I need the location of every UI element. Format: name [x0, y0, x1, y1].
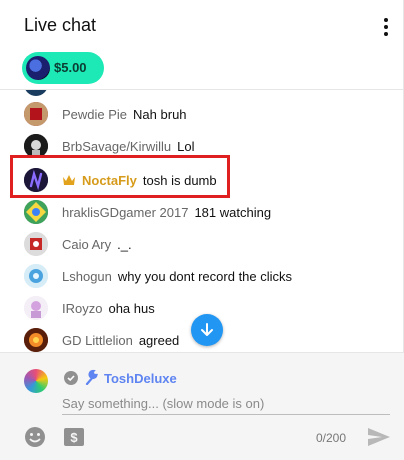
avatar[interactable] — [24, 200, 48, 224]
send-icon[interactable] — [367, 426, 391, 448]
wrench-icon — [85, 369, 98, 385]
message-author[interactable]: hraklisGDgamer 2017 — [62, 205, 188, 220]
message-author[interactable]: Lshogun — [62, 269, 112, 284]
verified-icon — [64, 371, 78, 385]
svg-text:$: $ — [70, 430, 78, 445]
emoji-icon[interactable] — [24, 426, 46, 448]
more-vert-icon[interactable] — [380, 16, 392, 38]
avatar[interactable] — [24, 296, 48, 320]
message-author[interactable]: BrbSavage/Kirwillu — [62, 139, 171, 154]
ticker-item[interactable]: $5.00 — [22, 52, 104, 84]
message-text: Nah bruh — [133, 107, 187, 122]
live-chat-panel: Live chat $5.00 Pewdie Pie Nah bruh BrbSa… — [0, 0, 404, 460]
chat-message: hraklisGDgamer 2017 181 watching — [0, 196, 404, 228]
highlight-box — [10, 155, 230, 198]
message-text: why you dont record the clicks — [117, 269, 293, 284]
message-text: oha hus — [108, 301, 155, 316]
avatar — [24, 369, 48, 393]
message-author[interactable]: IRoyzo — [62, 301, 102, 316]
message-author[interactable]: GD Littlelion — [62, 333, 133, 348]
chat-message: Pewdie Pie Nah bruh — [0, 98, 404, 130]
ticker-avatar — [26, 56, 50, 80]
message-text: agreed — [138, 333, 180, 348]
message-text: 181 watching — [194, 205, 272, 220]
chat-messages[interactable]: Pewdie Pie Nah bruh BrbSavage/Kirwillu Lol… — [0, 90, 404, 352]
message-text: ._. — [117, 237, 132, 252]
super-chat-ticker: $5.00 — [0, 48, 404, 90]
avatar[interactable] — [24, 328, 48, 352]
avatar[interactable] — [24, 102, 48, 126]
avatar[interactable] — [24, 264, 48, 288]
chat-header: Live chat — [0, 0, 404, 48]
chat-input-field[interactable] — [62, 393, 390, 415]
message-author[interactable]: Pewdie Pie — [62, 107, 127, 122]
chat-title: Live chat — [24, 15, 97, 35]
ticker-amount: $5.00 — [54, 60, 87, 75]
current-user-name: ToshDeluxe — [104, 371, 177, 386]
message-input[interactable] — [62, 393, 390, 413]
avatar[interactable] — [24, 232, 48, 256]
chat-input-panel: ToshDeluxe $ 0/200 — [0, 352, 404, 460]
super-chat-icon[interactable]: $ — [63, 426, 85, 448]
message-text: Lol — [177, 139, 195, 154]
avatar — [24, 90, 48, 96]
chat-message: Lshogun why you dont record the clicks — [0, 260, 404, 292]
arrow-down-icon — [201, 323, 213, 336]
scroll-to-bottom-button[interactable] — [191, 314, 223, 346]
character-counter: 0/200 — [316, 431, 347, 445]
chat-message: Caio Ary ._. — [0, 228, 404, 260]
message-author[interactable]: Caio Ary — [62, 237, 111, 252]
